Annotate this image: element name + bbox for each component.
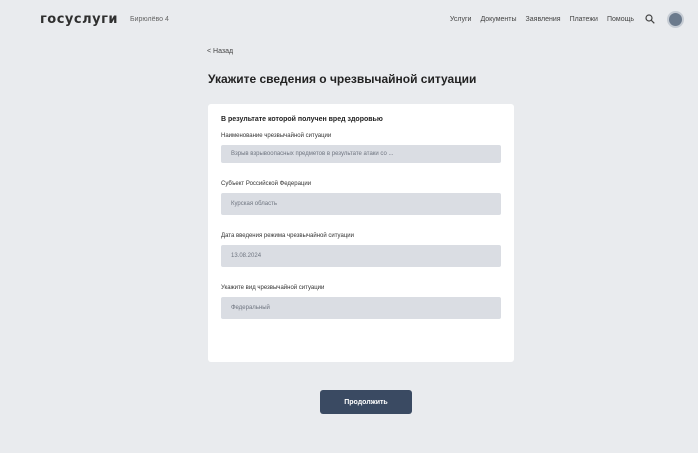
nav-item-help[interactable]: Помощь	[607, 16, 634, 23]
nav-item-payments[interactable]: Платежи	[570, 16, 598, 23]
form-card: В результате которой получен вред здоров…	[208, 104, 514, 362]
field-label: Дата введения режима чрезвычайной ситуац…	[221, 233, 354, 239]
search-icon[interactable]	[645, 14, 655, 24]
continue-button[interactable]: Продолжить	[320, 390, 412, 414]
field-emergency-date: Дата введения режима чрезвычайной ситуац…	[221, 233, 501, 267]
emergency-name-input[interactable]: Взрыв взрывоопасных предметов в результа…	[221, 145, 501, 163]
field-label: Укажите вид чрезвычайной ситуации	[221, 285, 325, 291]
gosuslugi-logo[interactable]: госуслуги	[40, 12, 118, 27]
nav-item-services[interactable]: Услуги	[450, 16, 472, 23]
top-header: госуслуги Бирюлёво 4 Услуги Документы За…	[0, 0, 698, 38]
emergency-date-input[interactable]: 13.08.2024	[221, 245, 501, 267]
field-label: Наименование чрезвычайной ситуации	[221, 133, 332, 139]
field-emergency-type: Укажите вид чрезвычайной ситуации Федера…	[221, 285, 501, 319]
main-nav: Услуги Документы Заявления Платежи Помощ…	[450, 10, 684, 28]
nav-item-documents[interactable]: Документы	[480, 16, 516, 23]
emergency-type-input[interactable]: Федеральный	[221, 297, 501, 319]
region-input[interactable]: Курская область	[221, 193, 501, 215]
region-selector[interactable]: Бирюлёво 4	[130, 16, 169, 23]
page-title: Укажите сведения о чрезвычайной ситуации	[208, 72, 477, 86]
field-label: Субъект Российской Федерации	[221, 181, 312, 187]
user-avatar[interactable]	[667, 10, 684, 28]
nav-item-applications[interactable]: Заявления	[526, 16, 561, 23]
back-link[interactable]: < Назад	[207, 48, 233, 55]
form-heading: В результате которой получен вред здоров…	[221, 116, 383, 123]
field-emergency-name: Наименование чрезвычайной ситуации Взрыв…	[221, 133, 501, 163]
field-region: Субъект Российской Федерации Курская обл…	[221, 181, 501, 215]
